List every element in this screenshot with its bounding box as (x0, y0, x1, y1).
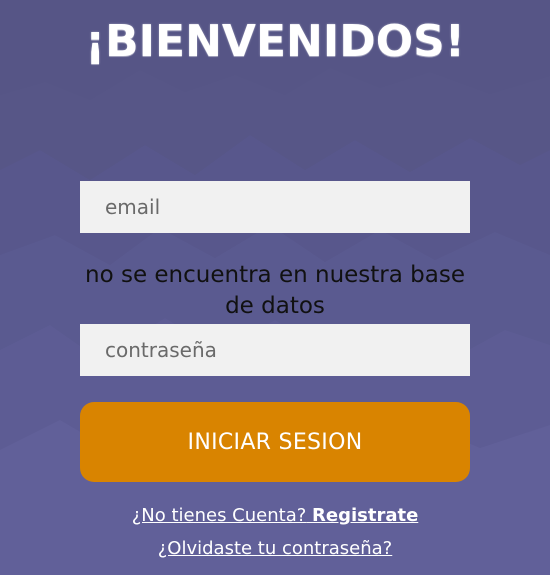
signup-link-label[interactable]: Registrate (312, 505, 418, 526)
signup-prefix: ¿No tienes Cuenta? (131, 505, 307, 526)
email-field[interactable]: email (80, 181, 470, 233)
signup-link[interactable]: ¿No tienes Cuenta? Registrate (0, 505, 550, 526)
password-field[interactable]: contraseña (80, 324, 470, 376)
email-placeholder: email (105, 195, 161, 219)
error-message: no se encuentra en nuestra base de datos (85, 262, 465, 319)
page-title: ¡BIENVENIDOS! (85, 16, 465, 67)
forgot-password-link[interactable]: ¿Olvidaste tu contraseña? (0, 538, 550, 559)
login-button[interactable]: INICIAR SESION (80, 402, 470, 482)
login-screen: ¡BIENVENIDOS! email no se encuentra en n… (0, 0, 550, 575)
password-placeholder: contraseña (105, 338, 217, 362)
